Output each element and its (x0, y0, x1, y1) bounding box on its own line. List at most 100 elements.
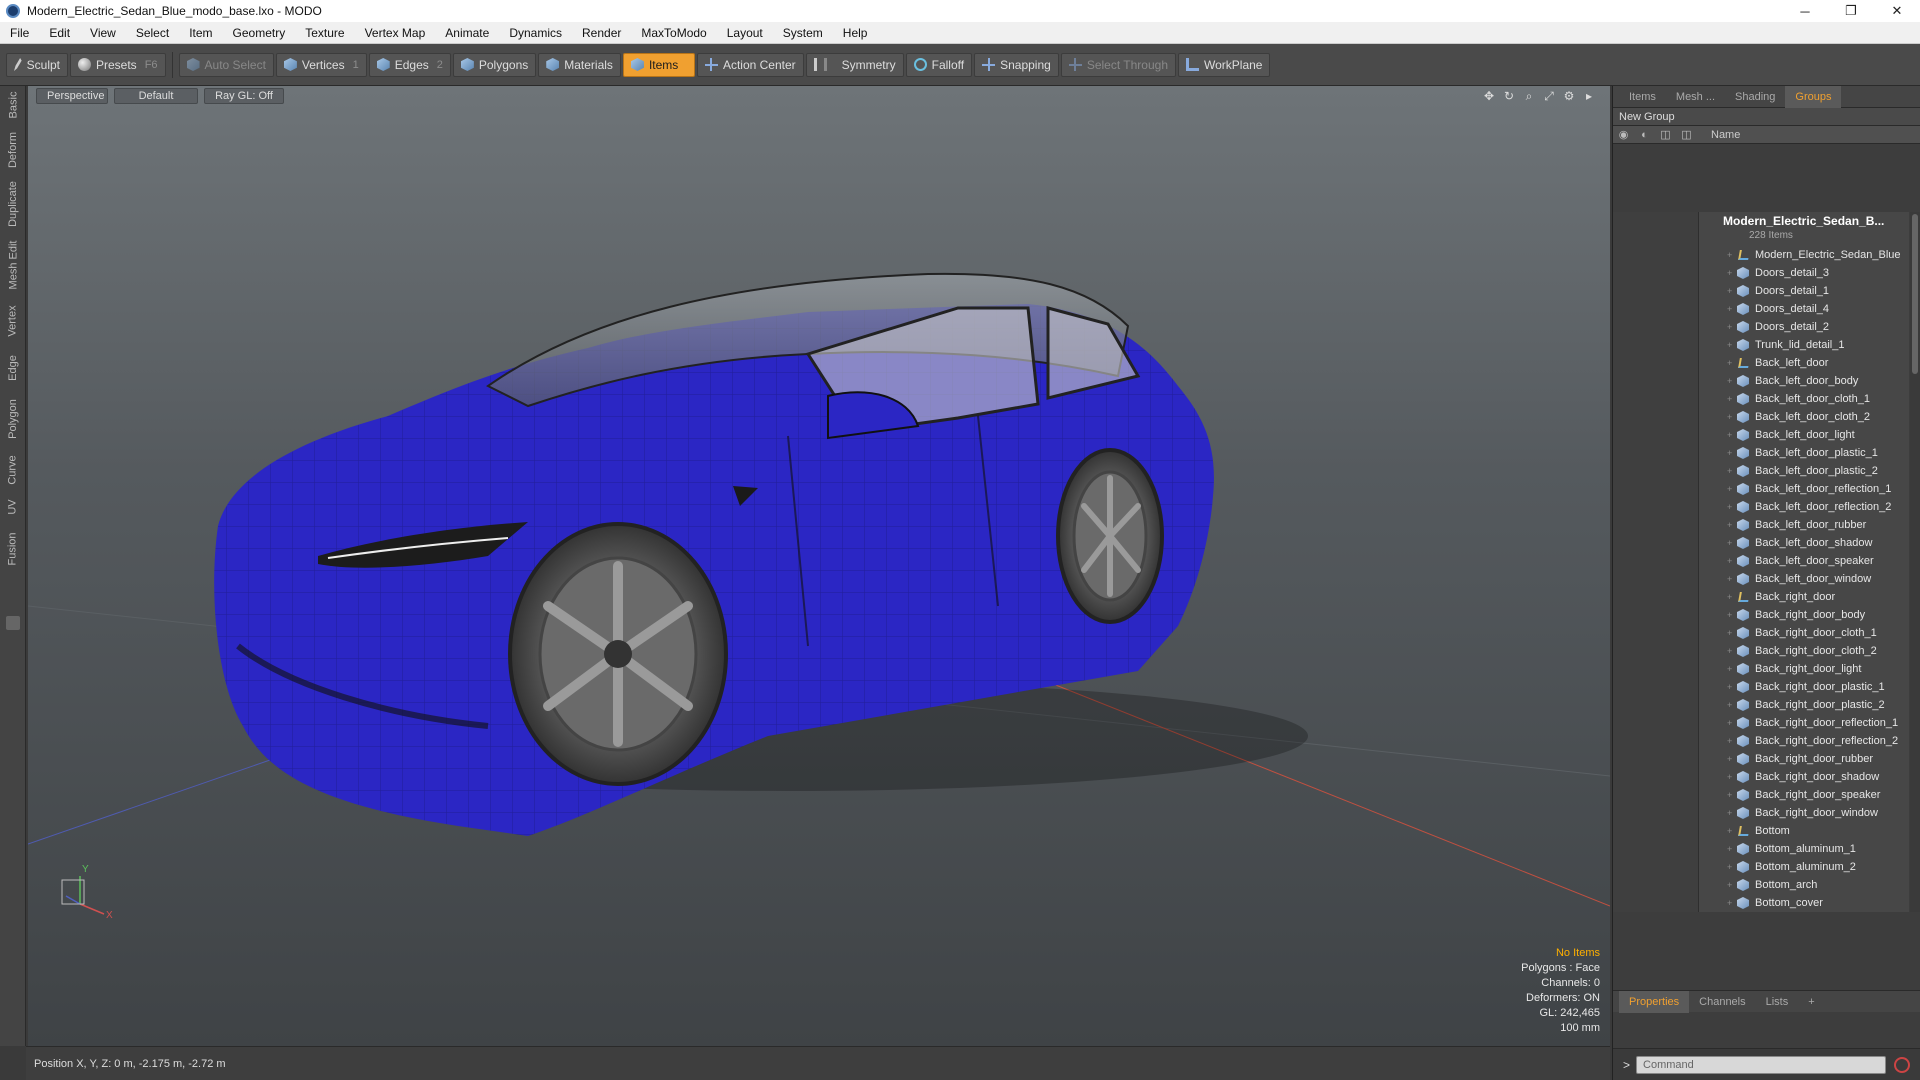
expand-toggle-icon[interactable]: + (1727, 790, 1732, 800)
menu-file[interactable]: File (0, 22, 39, 44)
expand-toggle-icon[interactable]: + (1727, 502, 1732, 512)
expand-toggle-icon[interactable]: + (1727, 628, 1732, 638)
expand-toggle-icon[interactable]: + (1727, 358, 1732, 368)
list-item[interactable]: + Modern_Electric_Sedan_Blue (1613, 246, 1909, 264)
expand-toggle-icon[interactable]: + (1727, 772, 1732, 782)
expand-toggle-icon[interactable]: + (1727, 736, 1732, 746)
list-item[interactable]: + Back_right_door_reflection_2 (1613, 732, 1909, 750)
add-tab-button[interactable]: + (1798, 991, 1824, 1013)
menu-item[interactable]: Item (179, 22, 222, 44)
expand-toggle-icon[interactable]: + (1727, 430, 1732, 440)
command-input[interactable]: Command (1636, 1055, 1887, 1074)
menu-animate[interactable]: Animate (435, 22, 499, 44)
list-item[interactable]: + Back_left_door_body (1613, 372, 1909, 390)
expand-toggle-icon[interactable]: + (1727, 718, 1732, 728)
expand-toggle-icon[interactable]: + (1727, 610, 1732, 620)
menu-maxtomodo[interactable]: MaxToModo (631, 22, 716, 44)
items-button[interactable]: Items (622, 52, 695, 77)
render-column-icon[interactable]: ◐ (1634, 129, 1655, 141)
tab-curve[interactable]: Curve (0, 450, 26, 490)
snapping-button[interactable]: Snapping (974, 52, 1059, 77)
tab-lists[interactable]: Lists (1756, 991, 1799, 1013)
menu-view[interactable]: View (80, 22, 126, 44)
expand-toggle-icon[interactable]: + (1727, 682, 1732, 692)
rotate-icon[interactable]: ↻ (1502, 89, 1516, 103)
expand-toggle-icon[interactable]: + (1727, 484, 1732, 494)
list-item[interactable]: + Doors_detail_1 (1613, 282, 1909, 300)
tab-duplicate[interactable]: Duplicate (0, 176, 26, 232)
tab-uv[interactable]: UV (0, 492, 26, 522)
expand-toggle-icon[interactable]: + (1727, 268, 1732, 278)
symmetry-button[interactable]: Symmetry (805, 52, 904, 77)
pan-icon[interactable]: ✥ (1482, 89, 1496, 103)
list-item[interactable]: + Back_left_door_light (1613, 426, 1909, 444)
menu-texture[interactable]: Texture (295, 22, 354, 44)
expand-toggle-icon[interactable]: + (1727, 376, 1732, 386)
polygons-button[interactable]: Polygons (452, 52, 537, 77)
menu-layout[interactable]: Layout (717, 22, 773, 44)
command-record-icon[interactable] (1894, 1056, 1911, 1073)
expand-toggle-icon[interactable]: + (1727, 250, 1732, 260)
tab-mesh-edit[interactable]: Mesh Edit (0, 236, 26, 294)
list-item[interactable]: + Bottom (1613, 822, 1909, 840)
fit-icon[interactable]: ⤢ (1542, 89, 1556, 103)
groups-list[interactable]: Modern_Electric_Sedan_B... 228 Items + Mo… (1613, 212, 1909, 912)
menu-select[interactable]: Select (126, 22, 179, 44)
expand-toggle-icon[interactable]: + (1727, 646, 1732, 656)
raygl-button[interactable]: Ray GL: Off (204, 88, 284, 104)
gear-icon[interactable]: ⚙ (1562, 89, 1576, 103)
list-item[interactable]: + Back_left_door_plastic_2 (1613, 462, 1909, 480)
new-group-button[interactable]: New Group (1613, 108, 1920, 126)
name-column-header[interactable]: Name (1711, 129, 1740, 141)
expand-toggle-icon[interactable]: + (1727, 592, 1732, 602)
tab-groups[interactable]: Groups (1785, 85, 1842, 108)
list-item[interactable]: + Back_left_door_window (1613, 570, 1909, 588)
vertices-button[interactable]: Vertices 1 (275, 52, 367, 77)
list-item[interactable]: + Back_right_door_plastic_2 (1613, 696, 1909, 714)
presets-button[interactable]: Presets F6 (70, 52, 166, 77)
list-item[interactable]: + Back_right_door_body (1613, 606, 1909, 624)
shading-mode-button[interactable]: Default (114, 88, 198, 104)
expand-toggle-icon[interactable]: + (1727, 574, 1732, 584)
list-item[interactable]: + Back_right_door_cloth_2 (1613, 642, 1909, 660)
list-item[interactable]: + Back_left_door_speaker (1613, 552, 1909, 570)
expand-toggle-icon[interactable]: + (1727, 898, 1732, 908)
list-item[interactable]: + Bottom_aluminum_2 (1613, 858, 1909, 876)
expand-toggle-icon[interactable]: + (1727, 448, 1732, 458)
list-item[interactable]: + Back_left_door_cloth_2 (1613, 408, 1909, 426)
expand-icon[interactable]: ▸ (1582, 89, 1596, 103)
select-column-icon[interactable]: ◫ (1676, 128, 1697, 141)
expand-toggle-icon[interactable]: + (1727, 322, 1732, 332)
tab-mesh[interactable]: Mesh ... (1666, 86, 1725, 108)
list-item[interactable]: + Back_right_door_speaker (1613, 786, 1909, 804)
maximize-button[interactable]: ❐ (1828, 0, 1874, 22)
lock-column-icon[interactable]: ◫ (1655, 128, 1676, 141)
tab-vertex[interactable]: Vertex (0, 298, 26, 344)
expand-toggle-icon[interactable]: + (1727, 862, 1732, 872)
list-item[interactable]: + Back_right_door_rubber (1613, 750, 1909, 768)
view-mode-button[interactable]: Perspective (36, 88, 108, 104)
visibility-column-icon[interactable]: ◉ (1613, 128, 1634, 141)
scrollbar-thumb[interactable] (1912, 214, 1918, 374)
list-item[interactable]: + Back_left_door_reflection_1 (1613, 480, 1909, 498)
falloff-button[interactable]: Falloff (905, 52, 973, 77)
minimize-button[interactable]: ─ (1782, 0, 1828, 22)
tab-deform[interactable]: Deform (0, 126, 26, 174)
tab-polygon[interactable]: Polygon (0, 392, 26, 446)
list-item[interactable]: + Doors_detail_4 (1613, 300, 1909, 318)
sculpt-button[interactable]: Sculpt (6, 52, 68, 77)
list-item[interactable]: + Bottom_arch (1613, 876, 1909, 894)
materials-button[interactable]: Materials (538, 52, 621, 77)
expand-toggle-icon[interactable]: + (1727, 664, 1732, 674)
menu-help[interactable]: Help (833, 22, 878, 44)
list-item[interactable]: + Back_right_door_reflection_1 (1613, 714, 1909, 732)
menu-geometry[interactable]: Geometry (223, 22, 296, 44)
panel-toggle-button[interactable] (6, 616, 20, 630)
expand-toggle-icon[interactable]: + (1727, 286, 1732, 296)
tab-items[interactable]: Items (1619, 86, 1666, 108)
list-item[interactable]: + Doors_detail_3 (1613, 264, 1909, 282)
expand-toggle-icon[interactable]: + (1727, 394, 1732, 404)
list-item[interactable]: + Doors_detail_2 (1613, 318, 1909, 336)
auto-select-button[interactable]: Auto Select (178, 52, 274, 77)
menu-vertex-map[interactable]: Vertex Map (355, 22, 436, 44)
